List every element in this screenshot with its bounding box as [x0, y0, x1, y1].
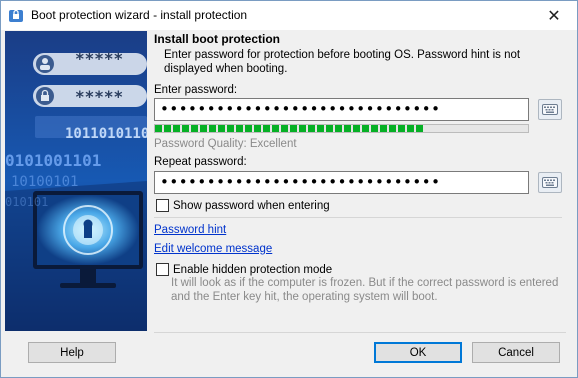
shield-lock-icon: [8, 8, 24, 24]
repeat-password-field[interactable]: ••••••••••••••••••••••••••••••: [154, 171, 529, 194]
window-title: Boot protection wizard - install protect…: [31, 8, 248, 22]
password-quality-text: Password Quality: Excellent: [154, 138, 297, 150]
password-field[interactable]: ••••••••••••••••••••••••••••••: [154, 98, 529, 121]
password-hint-link[interactable]: Password hint: [154, 224, 226, 236]
hidden-protection-description: It will look as if the computer is froze…: [171, 277, 559, 303]
banner-field-mask-2: *****: [75, 87, 123, 106]
edit-welcome-message-link[interactable]: Edit welcome message: [154, 243, 272, 255]
banner-binary-row: 010101: [5, 195, 48, 209]
banner-binary-row: 10100101: [11, 174, 78, 190]
banner-image: 1011010110 ***** ***** 0101001101 101001…: [5, 31, 147, 331]
cancel-button[interactable]: Cancel: [472, 342, 560, 363]
help-button[interactable]: Help: [28, 342, 116, 363]
hidden-protection-option[interactable]: Enable hidden protection mode: [156, 263, 332, 276]
hidden-protection-checkbox[interactable]: [156, 263, 169, 276]
close-icon[interactable]: ✕: [531, 1, 577, 30]
hidden-protection-label: Enable hidden protection mode: [173, 263, 333, 276]
page-description: Enter password for protection before boo…: [164, 49, 521, 75]
password-quality-fill: [155, 125, 424, 132]
page-title: Install boot protection: [154, 32, 280, 46]
keyboard-button-repeat[interactable]: [538, 172, 562, 193]
repeat-password-label: Repeat password:: [154, 156, 247, 168]
enter-password-label: Enter password:: [154, 84, 238, 96]
keyboard-icon: [542, 177, 558, 188]
password-quality-bar: [154, 124, 529, 133]
show-password-checkbox[interactable]: [156, 199, 169, 212]
show-password-label: Show password when entering: [173, 199, 330, 212]
divider: [154, 217, 562, 218]
banner-binary-row: 0101001101: [5, 151, 101, 170]
banner-field-mask-1: *****: [75, 49, 123, 68]
keyboard-button[interactable]: [538, 99, 562, 120]
banner-binary-row: 1011010110: [65, 126, 147, 142]
wizard-window: Boot protection wizard - install protect…: [0, 0, 578, 378]
ok-button[interactable]: OK: [374, 342, 462, 363]
footer-divider: [154, 332, 566, 333]
keyboard-icon: [542, 104, 558, 115]
show-password-option[interactable]: Show password when entering: [156, 199, 330, 212]
title-bar: Boot protection wizard - install protect…: [1, 1, 577, 30]
